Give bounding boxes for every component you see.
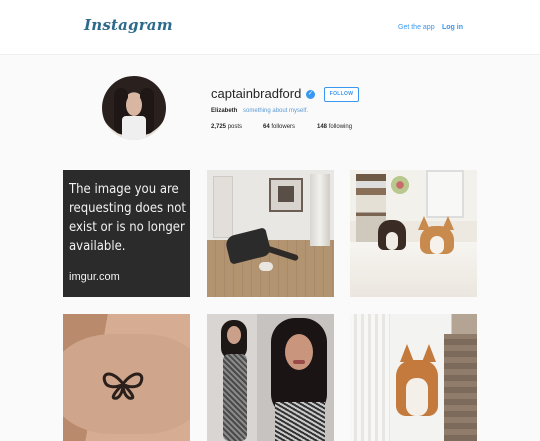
stat-posts: 2,725 posts <box>211 124 242 130</box>
window <box>426 170 464 218</box>
dog-chest <box>386 232 398 250</box>
corgi-dog <box>420 226 454 254</box>
profile-bio: Elizabeth something about myself. <box>211 108 308 114</box>
profile-username: captainbradford <box>211 86 302 101</box>
door <box>213 176 233 238</box>
imgur-missing-message: The image you are requesting does not ex… <box>69 182 186 254</box>
following-count: 148 <box>317 124 328 130</box>
frame-picture <box>278 186 294 202</box>
posts-count: 2,725 <box>211 124 227 130</box>
instagram-logo[interactable]: Instagram <box>84 16 173 34</box>
corgi-dog <box>396 360 438 416</box>
dark-dog <box>378 220 406 250</box>
corgi-face <box>430 236 444 254</box>
butterfly-tattoo-icon <box>102 372 144 400</box>
wicker-chair <box>444 334 477 441</box>
avatar-face <box>126 94 142 116</box>
verified-badge-icon: ✓ <box>306 90 315 99</box>
imgur-brand-text: imgur.com <box>69 271 120 283</box>
log-in-link[interactable]: Log in <box>442 24 463 31</box>
profile-full-name: Elizabeth <box>211 108 238 114</box>
post-thumbnail-room-chair[interactable] <box>207 170 334 297</box>
sheer-curtain <box>350 314 390 441</box>
woman-left-dress <box>223 354 247 441</box>
small-dog <box>259 262 273 271</box>
flowers <box>390 174 410 196</box>
woman-left-face <box>227 326 241 344</box>
post-thumbnail-imgur-missing[interactable]: The image you are requesting does not ex… <box>63 170 190 297</box>
follow-button[interactable]: FOLLOW <box>324 87 359 102</box>
stat-following[interactable]: 148 following <box>317 124 352 130</box>
avatar-shirt <box>122 116 146 140</box>
bed <box>350 242 477 297</box>
get-the-app-link[interactable]: Get the app <box>398 24 435 31</box>
post-thumbnail-corgi-window[interactable] <box>350 314 477 441</box>
stat-followers[interactable]: 64 followers <box>263 124 295 130</box>
followers-count: 64 <box>263 124 270 130</box>
corgi-chest <box>406 378 428 416</box>
curtain <box>310 174 330 246</box>
woman-right-lips <box>293 360 305 364</box>
post-thumbnail-wrist-tattoo[interactable] <box>63 314 190 441</box>
profile-bio-text: something about myself. <box>243 108 309 114</box>
followers-label: followers <box>271 124 296 130</box>
wall-frame <box>269 178 303 212</box>
following-label: following <box>328 124 353 130</box>
woman-right-top <box>275 402 325 441</box>
profile-avatar[interactable] <box>102 76 166 140</box>
posts-label: posts <box>227 124 243 130</box>
top-navigation-bar: Instagram Get the app Log in <box>0 0 540 55</box>
post-thumbnail-two-women[interactable] <box>207 314 334 441</box>
woman-right-face <box>285 334 313 370</box>
post-thumbnail-dogs-on-bed[interactable] <box>350 170 477 297</box>
